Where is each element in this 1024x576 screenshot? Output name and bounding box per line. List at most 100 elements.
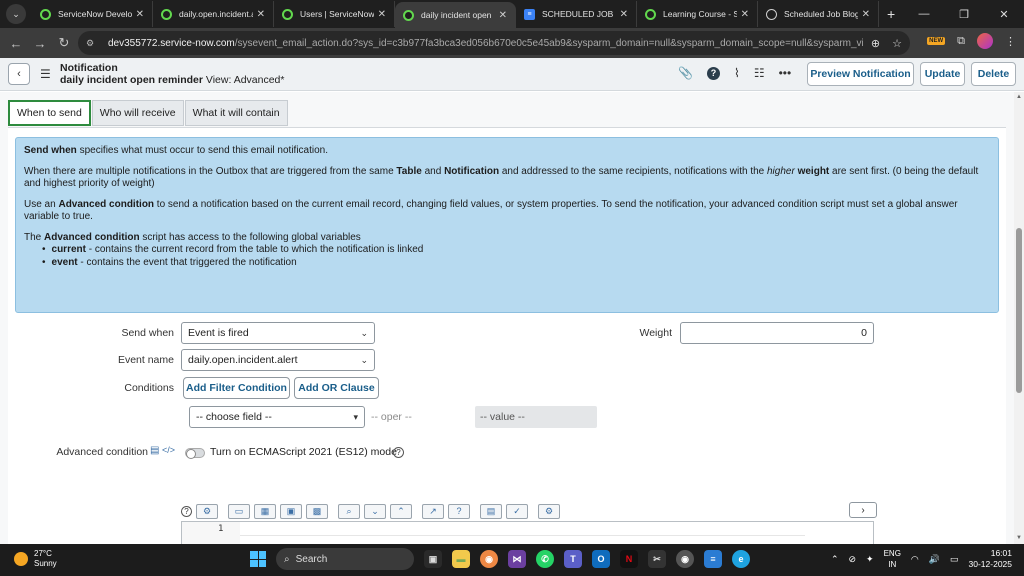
add-filter-condition-button[interactable]: Add Filter Condition: [183, 377, 290, 399]
snipping-tool-icon[interactable]: ✂: [648, 550, 666, 568]
browser-tab[interactable]: daily.open.incident.al ✕: [153, 1, 274, 27]
bookmark-star-icon[interactable]: ☆: [892, 37, 902, 50]
choose-field-select[interactable]: -- choose field -- ▾: [189, 406, 365, 428]
help-question-icon[interactable]: ?: [393, 447, 404, 458]
weight-input[interactable]: 0: [680, 322, 874, 344]
find-previous-icon[interactable]: ⌃: [390, 503, 412, 519]
editor-help-icon[interactable]: ?: [181, 505, 192, 517]
visual-studio-icon[interactable]: ⋈: [508, 550, 526, 568]
replace-icon[interactable]: ▣: [280, 503, 302, 519]
editor-active-line[interactable]: [240, 522, 805, 536]
forward-arrow-icon[interactable]: →: [28, 36, 52, 51]
more-options-icon[interactable]: •••: [779, 66, 792, 80]
back-arrow-icon[interactable]: ←: [4, 36, 28, 51]
toggle-comment-icon[interactable]: ▦: [254, 503, 276, 519]
scrollbar-thumb[interactable]: [1016, 228, 1022, 393]
notepad-icon[interactable]: ≡: [704, 550, 722, 568]
replace-all-icon[interactable]: ▩: [306, 503, 328, 519]
browser-tab[interactable]: Users | ServiceNow ✕: [274, 1, 395, 27]
tab-search-icon[interactable]: ⌄: [6, 4, 26, 24]
zoom-icon[interactable]: ⊕: [871, 37, 880, 50]
close-tab-icon[interactable]: ✕: [378, 9, 386, 20]
context-menu-icon[interactable]: ☰: [40, 67, 51, 81]
scroll-down-arrow-icon[interactable]: ▼: [1016, 535, 1022, 541]
url-bar[interactable]: ⚙ dev355772.service-now.com/sysevent_ema…: [78, 31, 910, 55]
help-icon[interactable]: ?: [706, 66, 720, 80]
close-window-icon[interactable]: ✕: [984, 8, 1024, 21]
tab-what-it-will-contain[interactable]: What it will contain: [184, 100, 288, 126]
location-off-icon[interactable]: ⊘: [848, 554, 856, 565]
close-tab-icon[interactable]: ✕: [257, 9, 265, 20]
volume-icon[interactable]: 🔊: [929, 554, 940, 565]
value-field[interactable]: -- value --: [475, 406, 597, 428]
find-next-icon[interactable]: ⌄: [364, 503, 386, 519]
expand-toolbar-button[interactable]: ›: [849, 502, 877, 518]
es-mode-toggle[interactable]: [185, 448, 205, 459]
outlook-icon[interactable]: O: [592, 550, 610, 568]
system-tray: ⌃ ⊘ ✦ ENG IN ◠ 🔊 ▭ 16:01 30-12-2025: [831, 548, 1012, 570]
task-view-icon[interactable]: ▣: [424, 550, 442, 568]
tray-app-icon[interactable]: ✦: [866, 554, 874, 565]
delete-button[interactable]: Delete: [971, 62, 1016, 86]
site-info-icon[interactable]: ⚙: [86, 38, 98, 48]
format-code-icon[interactable]: ⚙: [196, 503, 218, 519]
close-tab-icon[interactable]: ✕: [741, 9, 749, 20]
browser-tab-active[interactable]: daily incident open ✕: [395, 2, 516, 28]
extensions-icon[interactable]: ⧉: [957, 35, 965, 48]
preview-notification-button[interactable]: Preview Notification: [807, 62, 914, 86]
edge-icon[interactable]: e: [732, 550, 750, 568]
add-or-clause-button[interactable]: Add OR Clause: [294, 377, 379, 399]
settings-sliders-icon[interactable]: ☷: [754, 66, 765, 80]
tab-title: Learning Course - Se: [663, 9, 737, 19]
save-icon[interactable]: ▤: [480, 503, 502, 519]
weight-value: 0: [861, 327, 867, 339]
file-explorer-icon[interactable]: ▬: [452, 550, 470, 568]
browser-tab[interactable]: Scheduled Job Blog ✕: [758, 1, 879, 27]
browser-menu-icon[interactable]: ⋮: [1005, 35, 1016, 48]
search-icon[interactable]: ⌕: [338, 503, 360, 519]
restore-icon[interactable]: ❐: [944, 8, 984, 21]
script-help-icon[interactable]: ?: [448, 503, 470, 519]
teams-icon[interactable]: T: [564, 550, 582, 568]
attachment-icon[interactable]: 📎: [678, 66, 693, 80]
check-syntax-icon[interactable]: ✓: [506, 503, 528, 519]
new-tab-icon[interactable]: +: [887, 6, 895, 22]
clock[interactable]: 16:01 30-12-2025: [969, 548, 1012, 570]
browser-tab[interactable]: Learning Course - Se ✕: [637, 1, 758, 27]
profile-avatar[interactable]: [977, 33, 993, 49]
taskbar-search[interactable]: ⌕ Search: [276, 548, 414, 570]
event-name-select[interactable]: daily.open.incident.alert ⌄: [181, 349, 375, 371]
browser-tab[interactable]: ≡ SCHEDULED JOB ✕: [516, 1, 637, 27]
language-indicator[interactable]: ENG IN: [884, 548, 901, 570]
chrome-icon[interactable]: ◉: [480, 550, 498, 568]
close-tab-icon[interactable]: ✕: [862, 9, 870, 20]
script-editor-icon[interactable]: ▤: [150, 445, 159, 456]
close-tab-icon[interactable]: ✕: [620, 9, 628, 20]
send-when-select[interactable]: Event is fired ⌄: [181, 322, 375, 344]
netflix-icon[interactable]: N: [620, 550, 638, 568]
back-button[interactable]: ‹: [8, 63, 30, 85]
wifi-icon[interactable]: ◠: [911, 554, 919, 565]
scroll-up-arrow-icon[interactable]: ▲: [1016, 94, 1022, 100]
operator-field[interactable]: -- oper --: [366, 406, 474, 428]
reload-icon[interactable]: ↻: [52, 35, 76, 51]
minimize-icon[interactable]: —: [904, 8, 944, 20]
show-hidden-icons-icon[interactable]: ⌃: [831, 554, 839, 565]
windows-start-icon[interactable]: [250, 551, 266, 567]
code-icon[interactable]: </>: [162, 445, 175, 455]
chrome-active-icon[interactable]: ◉: [676, 550, 694, 568]
new-badge: NEW: [927, 37, 946, 45]
tab-when-to-send[interactable]: When to send: [8, 100, 91, 126]
activity-icon[interactable]: ⌇: [734, 66, 740, 80]
comment-icon[interactable]: ▭: [228, 503, 250, 519]
update-button[interactable]: Update: [920, 62, 965, 86]
whatsapp-icon[interactable]: ✆: [536, 550, 554, 568]
weather-widget[interactable]: 27°C Sunny: [14, 549, 57, 569]
battery-icon[interactable]: ▭: [950, 554, 959, 565]
close-tab-icon[interactable]: ✕: [499, 10, 507, 21]
browser-tab[interactable]: ServiceNow Develop ✕: [32, 1, 153, 27]
script-debugger-icon[interactable]: ↗: [422, 503, 444, 519]
settings-icon[interactable]: ⚙: [538, 503, 560, 519]
tab-who-will-receive[interactable]: Who will receive: [91, 100, 184, 126]
close-tab-icon[interactable]: ✕: [136, 9, 144, 20]
